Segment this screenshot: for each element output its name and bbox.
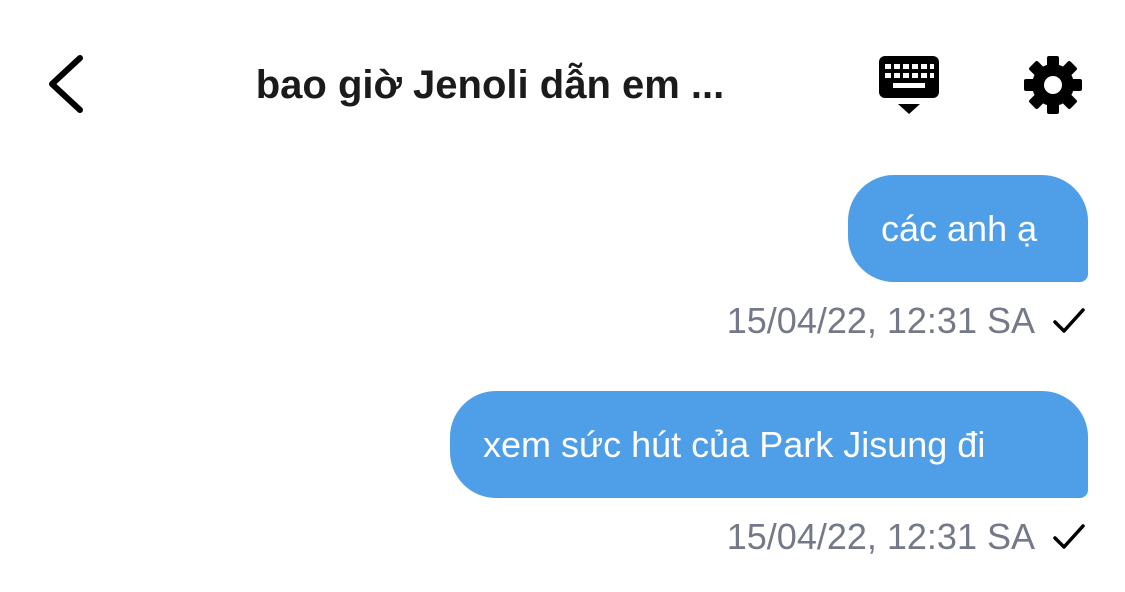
keyboard-button[interactable] bbox=[875, 52, 943, 118]
gear-icon bbox=[1024, 56, 1082, 114]
message-list: các anh ạ 15/04/22, 12:31 SA xem sức hút… bbox=[0, 165, 1125, 592]
message-meta: 15/04/22, 12:31 SA bbox=[727, 511, 1089, 563]
message-bubble[interactable]: xem sức hút của Park Jisung đi bbox=[450, 391, 1088, 498]
chat-header: bao giờ Jenoli dẫn em ... bbox=[0, 0, 1125, 165]
chevron-left-icon bbox=[49, 55, 83, 113]
back-button[interactable] bbox=[40, 50, 96, 118]
checkmark-icon bbox=[1053, 524, 1085, 549]
settings-button[interactable] bbox=[1020, 52, 1086, 118]
message-timestamp: 15/04/22, 12:31 SA bbox=[726, 516, 1035, 557]
checkmark-icon bbox=[1053, 308, 1085, 333]
conversation-title: bao giờ Jenoli dẫn em ... bbox=[255, 63, 725, 107]
message-bubble[interactable]: các anh ạ bbox=[848, 175, 1088, 282]
keyboard-icon bbox=[879, 56, 939, 114]
message-text: các anh ạ bbox=[881, 208, 1038, 249]
message-meta: 15/04/22, 12:31 SA bbox=[727, 295, 1089, 347]
message-text: xem sức hút của Park Jisung đi bbox=[483, 424, 986, 465]
message-timestamp: 15/04/22, 12:31 SA bbox=[726, 300, 1035, 341]
